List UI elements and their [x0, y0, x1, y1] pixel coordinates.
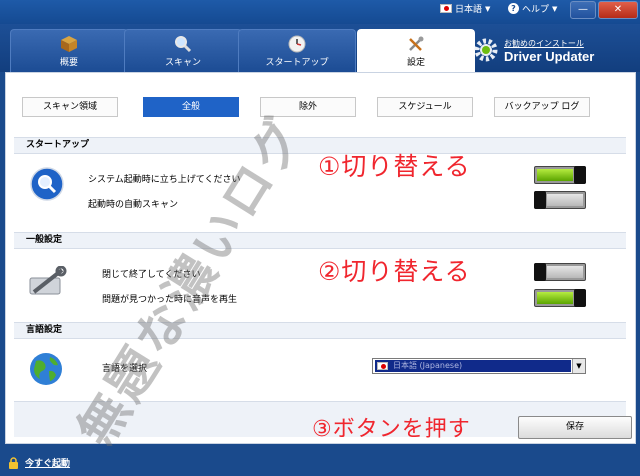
tab-overview-label: 概要	[59, 58, 78, 68]
tab-scan[interactable]: スキャン	[124, 29, 242, 72]
toggle-play-sound[interactable]	[534, 289, 586, 307]
subtab-general[interactable]: 全般	[143, 97, 239, 117]
box-icon	[61, 36, 77, 52]
tab-startup[interactable]: スタートアップ	[238, 29, 356, 72]
wrench-icon	[29, 266, 67, 295]
launch-now-link[interactable]: 今すぐ起動	[8, 456, 70, 469]
help-menu-label: ヘルプ	[522, 5, 550, 15]
subtab-schedule[interactable]: スケジュール	[377, 97, 473, 117]
help-icon: ?	[508, 3, 519, 14]
toggle-launch-at-startup[interactable]	[534, 166, 586, 184]
subtab-scan-area[interactable]: スキャン領域	[22, 97, 118, 117]
title-bar: 日本語 ▼ ? ヘルプ ▼ — ✕	[0, 0, 640, 24]
toggle-close-exit[interactable]	[534, 263, 586, 281]
japan-flag-icon	[440, 4, 452, 13]
tools-icon	[409, 36, 424, 51]
gear-icon	[474, 38, 498, 62]
chevron-down-icon: ▼	[552, 4, 558, 13]
japan-flag-icon	[377, 362, 388, 370]
tab-scan-label: スキャン	[164, 58, 201, 68]
annotation-step1: ①切り替える	[318, 152, 471, 181]
close-button[interactable]: ✕	[598, 1, 638, 19]
tab-settings-label: 設定	[406, 58, 425, 68]
magnifier-icon	[175, 36, 192, 53]
chevron-down-icon: ▼	[485, 4, 491, 13]
language-menu-label: 日本語	[455, 5, 483, 15]
globe-icon	[30, 353, 62, 385]
brand-subtitle[interactable]: お勧めのインストール	[504, 38, 584, 49]
tab-settings[interactable]: 設定	[357, 29, 475, 73]
subtab-backup-log[interactable]: バックアップ ログ	[494, 97, 590, 117]
search-scan-icon	[30, 167, 64, 201]
minimize-button[interactable]: —	[570, 1, 596, 19]
option-auto-scan-label: 起動時の自動スキャン	[88, 200, 179, 210]
tab-overview[interactable]: 概要	[10, 29, 128, 72]
bottom-bar	[0, 446, 640, 476]
clock-icon	[288, 35, 306, 53]
brand-name: Driver Updater	[504, 49, 595, 64]
language-menu[interactable]: 日本語 ▼	[440, 2, 490, 15]
annotation-step3: ③ボタンを押す	[312, 417, 471, 442]
lock-icon	[9, 456, 18, 469]
launch-now-label: 今すぐ起動	[25, 459, 71, 469]
language-select[interactable]: 日本語 (Japanese) ▼	[372, 358, 586, 374]
language-select-value-text: 日本語 (Japanese)	[393, 361, 463, 370]
help-menu[interactable]: ? ヘルプ ▼	[508, 2, 557, 15]
chevron-down-icon[interactable]: ▼	[572, 359, 585, 373]
section-language-header: 言語設定	[14, 322, 626, 339]
section-general-header: 一般設定	[14, 232, 626, 249]
language-select-value: 日本語 (Japanese)	[375, 360, 571, 372]
save-button[interactable]: 保存	[518, 416, 632, 439]
tab-startup-label: スタートアップ	[265, 58, 329, 68]
annotation-step2: ②切り替える	[318, 257, 471, 286]
toggle-auto-scan[interactable]	[534, 191, 586, 209]
